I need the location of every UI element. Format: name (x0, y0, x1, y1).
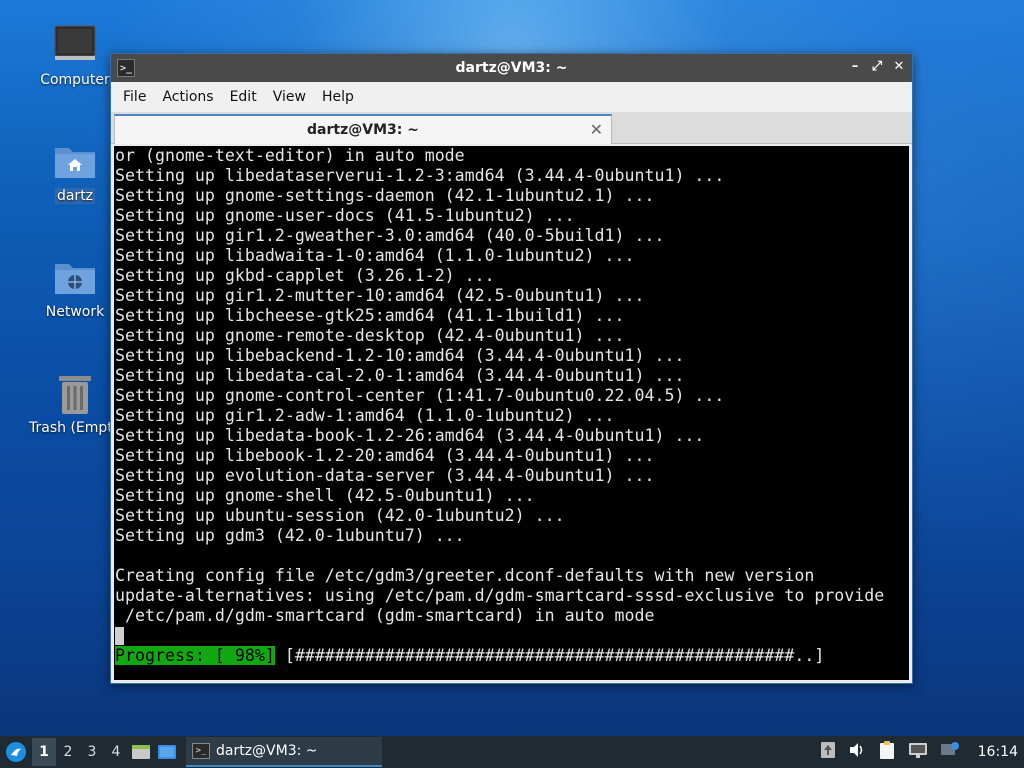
menu-help[interactable]: Help (314, 89, 362, 105)
terminal-line: Setting up gnome-user-docs (41.5-1ubuntu… (115, 206, 575, 225)
window-title: dartz@VM3: ~ (455, 60, 568, 76)
clock[interactable]: 16:14 (978, 744, 1018, 760)
desktop-icon-label: Computer (40, 72, 110, 88)
workspace-3[interactable]: 3 (80, 738, 104, 766)
progress-line: Progress: [ 98%] [######################… (115, 646, 909, 666)
terminal-output[interactable]: or (gnome-text-editor) in auto mode Sett… (114, 146, 909, 680)
minimize-icon[interactable]: – (848, 58, 862, 76)
terminal-line: Setting up libedata-book-1.2-26:amd64 (3… (115, 426, 705, 445)
terminal-line: Setting up gnome-control-center (1:41.7-… (115, 386, 725, 405)
task-title: dartz@VM3: ~ (216, 743, 318, 759)
home-folder-icon (53, 140, 97, 184)
terminal-line: Setting up evolution-data-server (3.44.4… (115, 466, 655, 485)
terminal-line: Setting up libadwaita-1-0:amd64 (1.1.0-1… (115, 246, 635, 265)
display-notification-icon[interactable] (940, 741, 960, 763)
terminal-line: Setting up ubuntu-session (42.0-1ubuntu2… (115, 506, 565, 525)
desktop-icon-label: Network (45, 304, 105, 320)
computer-icon (53, 24, 97, 68)
system-tray: 16:14 (820, 740, 1024, 764)
terminal-line: Setting up libebackend-1.2-10:amd64 (3.4… (115, 346, 685, 365)
terminal-line: Setting up gir1.2-adw-1:amd64 (1.1.0-1ub… (115, 406, 615, 425)
terminal-app-icon[interactable]: >_ (117, 59, 135, 77)
menu-view[interactable]: View (265, 89, 314, 105)
terminal-line: Setting up gir1.2-mutter-10:amd64 (42.5-… (115, 286, 645, 305)
start-menu-button[interactable] (0, 736, 32, 768)
trash-icon (53, 372, 97, 416)
text-cursor (115, 627, 124, 645)
file-manager-launcher-icon[interactable] (128, 738, 154, 766)
terminal-line: Setting up gir1.2-gweather-3.0:amd64 (40… (115, 226, 665, 245)
workspace-4[interactable]: 4 (104, 738, 128, 766)
terminal-window[interactable]: >_ dartz@VM3: ~ – ⤢ ✕ File Actions Edit … (110, 53, 913, 684)
terminal-line: Setting up libedataserverui-1.2-3:amd64 … (115, 166, 725, 185)
workspace-1[interactable]: 1 (32, 738, 56, 766)
desktop-icon-trash[interactable]: Trash (Empty) (27, 372, 127, 436)
clipboard-icon[interactable] (878, 740, 896, 764)
taskbar: 1 2 3 4 >_ dartz@VM3: ~ 16:14 (0, 736, 1024, 768)
volume-icon[interactable] (848, 742, 866, 762)
close-icon[interactable]: ✕ (892, 58, 906, 76)
terminal-line: Setting up libcheese-gtk25:amd64 (41.1-1… (115, 306, 625, 325)
window-titlebar[interactable]: >_ dartz@VM3: ~ – ⤢ ✕ (111, 54, 912, 82)
maximize-icon[interactable]: ⤢ (870, 58, 884, 76)
menu-bar: File Actions Edit View Help (111, 82, 912, 112)
terminal-line: /etc/pam.d/gdm-smartcard (gdm-smartcard)… (115, 606, 655, 625)
show-desktop-icon[interactable] (154, 738, 180, 766)
lubuntu-logo-icon (6, 742, 26, 762)
terminal-line: Setting up libebook-1.2-20:amd64 (3.44.4… (115, 446, 655, 465)
workspace-2[interactable]: 2 (56, 738, 80, 766)
taskbar-task-terminal[interactable]: >_ dartz@VM3: ~ (186, 737, 382, 767)
terminal-line: Setting up gnome-remote-desktop (42.4-0u… (115, 326, 625, 345)
terminal-tab[interactable]: dartz@VM3: ~ ✕ (114, 114, 612, 144)
terminal-line: Creating config file /etc/gdm3/greeter.d… (115, 566, 815, 585)
terminal-line: Setting up gnome-shell (42.5-0ubuntu1) .… (115, 486, 535, 505)
desktop-icon-label: dartz (54, 188, 96, 204)
progress-label: Progress: [ 98%] (115, 646, 275, 665)
terminal-line: or (gnome-text-editor) in auto mode (115, 146, 465, 165)
terminal-line: Setting up gdm3 (42.0-1ubuntu7) ... (115, 526, 465, 545)
network-status-icon[interactable] (908, 741, 928, 763)
tab-bar: dartz@VM3: ~ ✕ (111, 112, 912, 144)
desktop-icon-network[interactable]: Network (27, 256, 123, 320)
menu-file[interactable]: File (115, 89, 154, 105)
update-notifier-icon[interactable] (820, 741, 836, 763)
menu-edit[interactable]: Edit (222, 89, 265, 105)
network-folder-icon (53, 256, 97, 300)
tab-title: dartz@VM3: ~ (307, 122, 419, 138)
desktop-icon-computer[interactable]: Computer (27, 24, 123, 88)
terminal-line: Setting up gkbd-capplet (3.26.1-2) ... (115, 266, 495, 285)
terminal-line: Setting up gnome-settings-daemon (42.1-1… (115, 186, 655, 205)
terminal-line: update-alternatives: using /etc/pam.d/gd… (115, 586, 885, 605)
progress-bar-text: [#######################################… (274, 646, 825, 665)
terminal-task-icon: >_ (192, 743, 210, 759)
terminal-cursor-line (115, 626, 909, 646)
terminal-line: Setting up libedata-cal-2.0-1:amd64 (3.4… (115, 366, 685, 385)
menu-actions[interactable]: Actions (154, 89, 221, 105)
tab-close-icon[interactable]: ✕ (590, 120, 603, 139)
desktop-icon-home-folder[interactable]: dartz (27, 140, 123, 204)
